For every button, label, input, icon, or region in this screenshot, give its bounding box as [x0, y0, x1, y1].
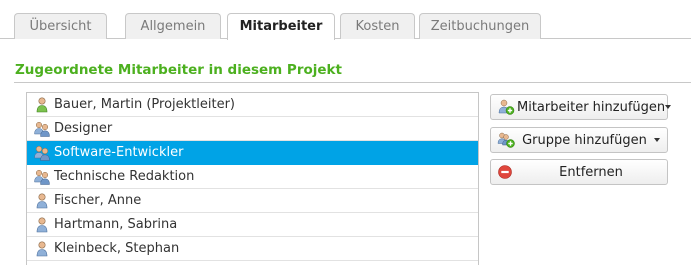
add-member-button[interactable]: Mitarbeiter hinzufügen: [490, 94, 672, 120]
user-icon: [33, 217, 51, 233]
list-item-label: Hartmann, Sabrina: [54, 217, 178, 232]
chevron-down-icon: [665, 105, 672, 109]
group-icon: [33, 145, 51, 161]
list-item-selected[interactable]: Software-Entwickler: [27, 141, 478, 165]
member-list[interactable]: Bauer, Martin (Projektleiter) Designer S…: [26, 92, 479, 265]
list-item-label: Fischer, Anne: [54, 193, 142, 208]
list-item-label: Bauer, Martin (Projektleiter): [54, 97, 236, 112]
add-member-label: Mitarbeiter hinzufügen: [517, 99, 666, 115]
list-item[interactable]: Technische Redaktion: [27, 165, 478, 189]
tab-allgemein[interactable]: Allgemein: [125, 13, 221, 39]
tab-uebersicht[interactable]: Übersicht: [14, 13, 107, 39]
list-item-label: Software-Entwickler: [54, 145, 184, 160]
section-divider: [14, 82, 691, 83]
group-icon: [33, 121, 51, 137]
remove-icon: [497, 164, 515, 180]
tab-kosten[interactable]: Kosten: [340, 13, 415, 39]
add-group-button[interactable]: Gruppe hinzufügen: [490, 127, 668, 153]
tab-mitarbeiter[interactable]: Mitarbeiter: [227, 13, 335, 40]
tab-bar: Übersicht Allgemein Mitarbeiter Kosten Z…: [0, 0, 691, 40]
chevron-down-icon: [654, 138, 660, 142]
add-group-label: Gruppe hinzufügen: [522, 132, 647, 148]
user-green-icon: [33, 97, 51, 113]
user-icon: [33, 193, 51, 209]
list-item-label: Designer: [54, 121, 113, 136]
list-item-label: Technische Redaktion: [54, 169, 195, 184]
list-item[interactable]: Hartmann, Sabrina: [27, 213, 478, 237]
list-item[interactable]: Bauer, Martin (Projektleiter): [27, 93, 478, 117]
list-item[interactable]: Kleinbeck, Stephan: [27, 237, 478, 261]
remove-label: Entfernen: [559, 164, 623, 180]
list-item[interactable]: Fischer, Anne: [27, 189, 478, 213]
tab-zeitbuchungen[interactable]: Zeitbuchungen: [419, 13, 541, 39]
remove-button[interactable]: Entfernen: [490, 159, 668, 185]
section-title: Zugeordnete Mitarbeiter in diesem Projek…: [15, 62, 342, 78]
add-group-icon: [497, 132, 515, 148]
user-icon: [33, 241, 51, 257]
list-item-label: Kleinbeck, Stephan: [54, 241, 180, 256]
list-item[interactable]: Designer: [27, 117, 478, 141]
add-user-icon: [497, 99, 515, 115]
group-icon: [33, 169, 51, 185]
